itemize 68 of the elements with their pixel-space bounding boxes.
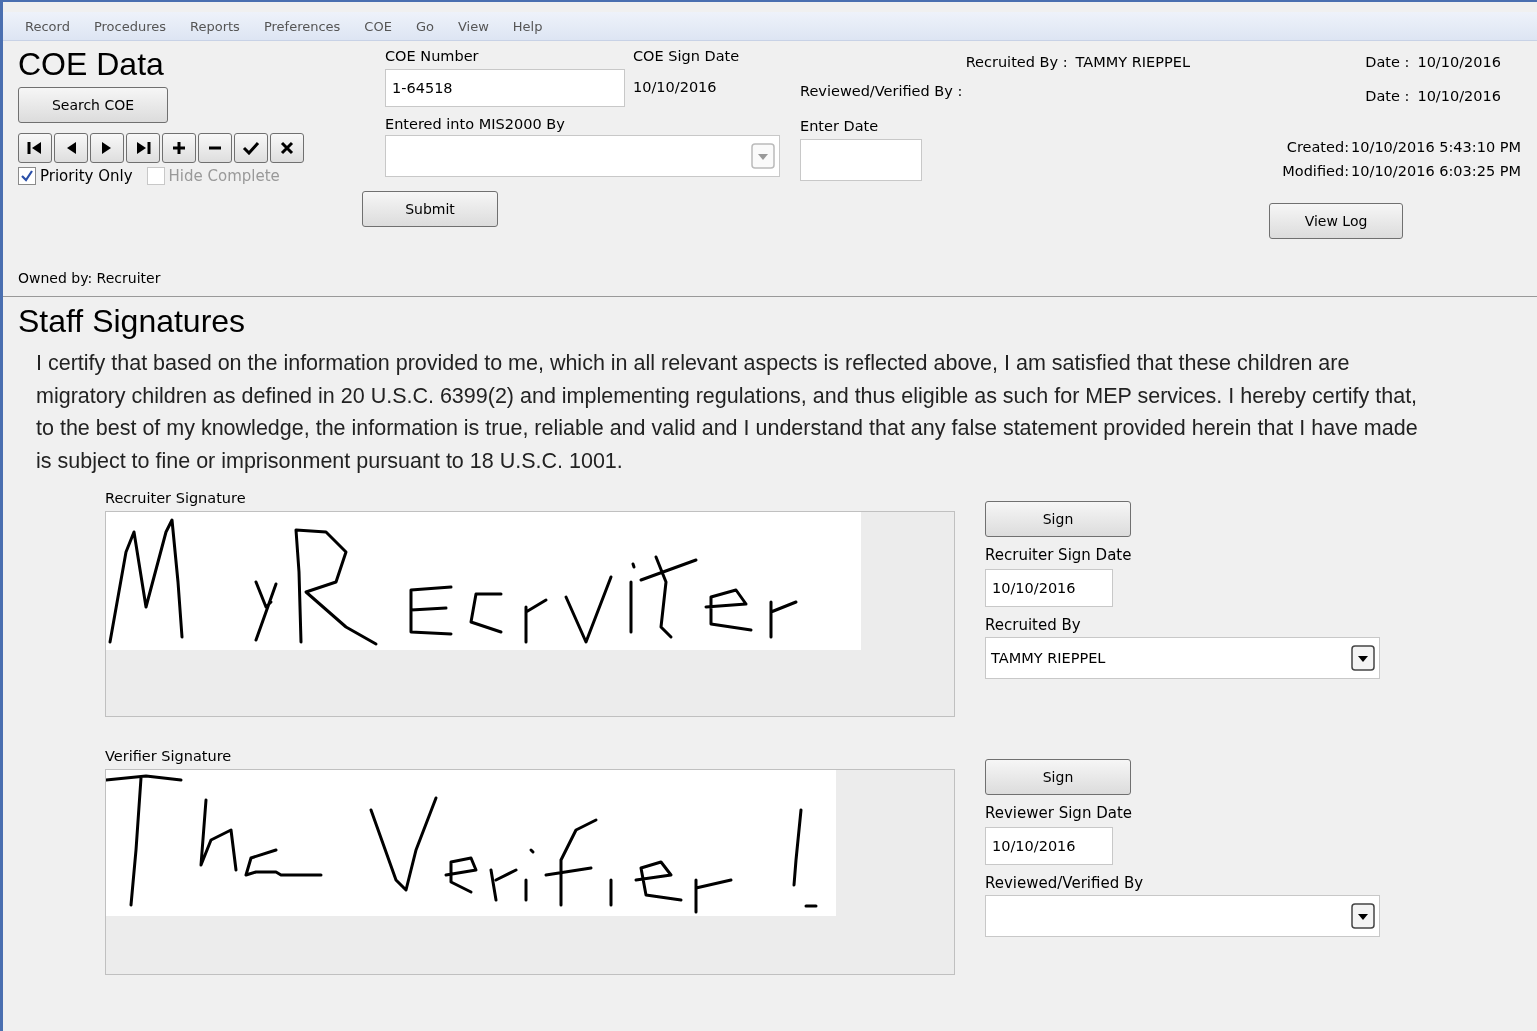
checkbox[interactable] (18, 167, 36, 185)
field-label: Recruited By : (965, 53, 1068, 72)
field-label: Date : (1365, 87, 1410, 106)
view-log-button[interactable]: View Log (1269, 203, 1403, 239)
field-label: Created: (1286, 138, 1350, 157)
dropdown-caret-icon (1351, 645, 1375, 671)
dropdown-caret-icon (751, 143, 775, 169)
form-title: COE Data (18, 45, 165, 83)
signature-label: Verifier Signature (105, 747, 233, 766)
field-label: Reviewed/Verified By (985, 873, 1145, 894)
checkmark-icon (242, 141, 260, 155)
recruiter-name: TAMMY RIEPPEL (1075, 53, 1190, 72)
field-label: Reviewed/Verified By : (800, 82, 963, 101)
plus-icon (172, 141, 186, 155)
sign-button[interactable]: Sign (985, 759, 1131, 795)
signer-dropdown[interactable]: TAMMY RIEPPEL (985, 637, 1380, 679)
last-record-icon (135, 141, 151, 155)
previous-record-icon (65, 141, 77, 155)
signature-label: Recruiter Signature (105, 489, 247, 508)
signature-pad[interactable] (105, 511, 955, 717)
minus-icon (208, 146, 222, 150)
menu-item[interactable]: View (445, 18, 501, 34)
sign-date-value: 10/10/2016 (633, 78, 718, 97)
date-value: 10/10/2016 (1417, 87, 1501, 106)
menu-item[interactable]: COE (352, 18, 404, 34)
field-label: Modified: (1282, 162, 1350, 181)
record-nav-button[interactable] (198, 133, 232, 163)
first-record-icon (27, 141, 43, 155)
record-nav-button[interactable] (126, 133, 160, 163)
timestamp-value: 10/10/2016 5:43:10 PM (1351, 138, 1521, 157)
field-label: Entered into MIS2000 By (385, 115, 566, 134)
timestamp-value: 10/10/2016 6:03:25 PM (1351, 162, 1521, 181)
field-label: Reviewer Sign Date (985, 803, 1134, 824)
menu-item[interactable]: Reports (178, 18, 252, 34)
enter-date-field[interactable] (800, 139, 922, 181)
search-button[interactable]: Search COE (18, 87, 168, 123)
checkbox-label: Priority Only (40, 167, 133, 185)
field-label: Enter Date (800, 117, 880, 136)
menu-item[interactable]: Preferences (251, 18, 353, 34)
field-label: Date : (1365, 53, 1410, 72)
field-label: COE Sign Date (633, 47, 741, 66)
menu-item[interactable]: Procedures (81, 18, 178, 34)
record-nav-button[interactable] (234, 133, 268, 163)
menu-item[interactable]: Go (403, 18, 446, 34)
record-nav-button[interactable] (270, 133, 304, 163)
owner-text: Owned by: Recruiter (18, 270, 162, 286)
next-record-icon (101, 141, 113, 155)
field-label: Recruiter Sign Date (985, 545, 1133, 566)
certification-text: I certify that based on the information provided to me, which in all relevant aspects is reflected above, I am satisfied that these children are migratory children as defined in 20 U.S.C. 6399(2) and implementing regulations, and thus eligible as such for MEP services. I hereby certify that, to the best of my knowledge, the information is true, reliable and valid and I understand that any false statement provided herein that I have made is subject to fine or imprisonment pursuant to 18 U.S.C. 1001. (36, 350, 1419, 475)
record-nav-button[interactable] (18, 133, 52, 163)
date-value: 10/10/2016 (1417, 53, 1501, 72)
record-nav-button[interactable] (162, 133, 196, 163)
close-icon (280, 141, 294, 155)
section-title: Staff Signatures (18, 302, 247, 341)
dropdown-caret-icon (1351, 903, 1375, 929)
submit-button[interactable]: Submit (362, 191, 498, 227)
checkbox-label: Hide Complete (168, 167, 280, 185)
coe-number-field[interactable]: 1-64518 (385, 69, 625, 107)
sign-date-field[interactable]: 10/10/2016 (985, 827, 1113, 865)
field-label: Recruited By (985, 615, 1082, 636)
sign-button[interactable]: Sign (985, 501, 1131, 537)
record-nav-button[interactable] (54, 133, 88, 163)
field-label: COE Number (385, 47, 480, 66)
menu-item[interactable]: Help (500, 18, 555, 34)
menu-item[interactable]: Record (13, 18, 82, 34)
record-nav-button[interactable] (90, 133, 124, 163)
checkmark-icon (21, 170, 33, 182)
sign-date-field[interactable]: 10/10/2016 (985, 569, 1113, 607)
